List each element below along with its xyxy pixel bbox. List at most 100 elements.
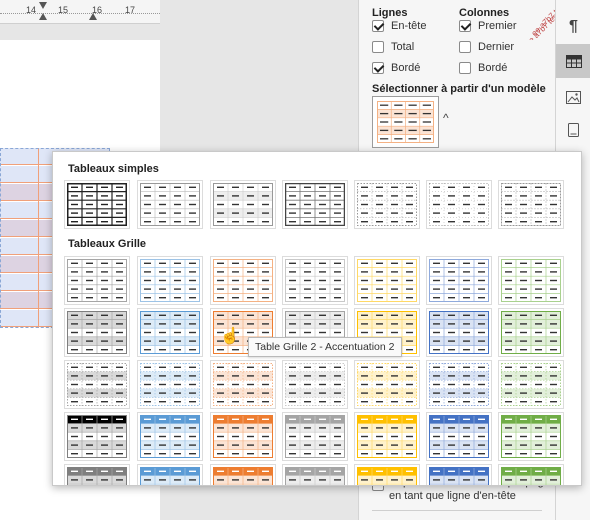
template-thumbnail (213, 183, 273, 226)
template-thumbnail (285, 259, 345, 302)
simple-table-template[interactable] (210, 180, 276, 229)
grid-table-template[interactable] (498, 360, 564, 409)
grid-table-template[interactable] (282, 360, 348, 409)
template-thumbnail (285, 467, 345, 485)
grid-table-template[interactable] (137, 464, 203, 485)
grid-table-template[interactable] (354, 412, 420, 461)
template-thumbnail (501, 259, 561, 302)
first-column-label: Premier (478, 20, 517, 32)
grid-table-template[interactable] (498, 412, 564, 461)
template-preview-button[interactable] (372, 96, 439, 148)
grid-table-template[interactable] (210, 360, 276, 409)
grid-table-template[interactable] (64, 360, 130, 409)
hand-pointer-icon: ☝ (220, 328, 240, 345)
repeat-header-label-continued: en tant que ligne d'en-tête (389, 490, 516, 502)
total-row-label: Total (391, 41, 415, 53)
template-thumbnail (67, 467, 127, 485)
template-thumbnail (140, 415, 200, 458)
template-thumbnail (285, 363, 345, 406)
left-indent-marker[interactable] (39, 13, 47, 20)
rows-heading: Lignes (372, 7, 408, 19)
watermark-text: ee a7b7 test v2 & Fe ee a7b7 test v2 & F… (524, 0, 556, 40)
template-thumbnail (213, 363, 273, 406)
grid-table-template[interactable] (426, 464, 492, 485)
grid-table-template[interactable] (64, 464, 130, 485)
grid-table-template[interactable] (354, 256, 420, 305)
template-thumbnail (357, 415, 417, 458)
first-line-indent-marker[interactable] (39, 2, 47, 9)
grid-table-template[interactable] (64, 308, 130, 357)
template-thumbnail (429, 311, 489, 354)
template-thumbnail (140, 259, 200, 302)
horizontal-ruler[interactable]: 14 15 16 17 (0, 0, 358, 24)
simple-tables-heading: Tableaux simples (68, 163, 159, 175)
template-thumbnail (67, 183, 127, 226)
paragraph-icon[interactable]: ¶ (556, 10, 590, 44)
simple-table-template[interactable] (282, 180, 348, 229)
template-thumbnail (501, 363, 561, 406)
template-thumbnail (501, 467, 561, 485)
template-thumbnail (429, 183, 489, 226)
grid-table-template[interactable] (354, 360, 420, 409)
grid-table-template[interactable] (426, 360, 492, 409)
template-thumbnail (357, 363, 417, 406)
template-thumbnail (501, 415, 561, 458)
grid-table-template[interactable] (498, 308, 564, 357)
simple-table-template[interactable] (498, 180, 564, 229)
simple-table-template[interactable] (354, 180, 420, 229)
banded-rows-label: Bordé (391, 62, 421, 74)
grid-table-template[interactable] (498, 464, 564, 485)
page-icon[interactable] (556, 113, 590, 147)
banded-rows-checkbox[interactable] (372, 62, 384, 74)
grid-table-template[interactable] (210, 464, 276, 485)
grid-table-template[interactable] (137, 256, 203, 305)
last-column-checkbox[interactable] (459, 41, 471, 53)
grid-table-template[interactable] (137, 412, 203, 461)
grid-table-template[interactable] (64, 412, 130, 461)
simple-table-template[interactable] (426, 180, 492, 229)
ruler-ticks (0, 13, 160, 14)
template-thumbnail (140, 183, 200, 226)
grid-table-template[interactable] (426, 412, 492, 461)
banded-columns-checkbox[interactable] (459, 62, 471, 74)
table-icon[interactable] (556, 44, 590, 78)
header-row-checkbox[interactable] (372, 20, 384, 32)
grid-table-template[interactable] (137, 308, 203, 357)
ruler-number: 17 (125, 5, 136, 15)
grid-tables-heading: Tableaux Grille (68, 238, 147, 250)
template-thumbnail (429, 415, 489, 458)
grid-table-template[interactable] (498, 256, 564, 305)
divider (372, 510, 542, 511)
grid-table-template[interactable] (426, 256, 492, 305)
template-thumbnail (213, 467, 273, 485)
grid-table-template[interactable] (64, 256, 130, 305)
total-row-checkbox[interactable] (372, 41, 384, 53)
grid-table-template[interactable] (282, 464, 348, 485)
simple-table-template[interactable] (64, 180, 130, 229)
header-row-label: En-tête (391, 20, 427, 32)
grid-table-template[interactable] (210, 412, 276, 461)
grid-table-template[interactable] (282, 256, 348, 305)
simple-table-template[interactable] (137, 180, 203, 229)
template-thumbnail (429, 259, 489, 302)
grid-table-template[interactable] (282, 412, 348, 461)
image-icon[interactable] (556, 80, 590, 114)
grid-table-template[interactable] (137, 360, 203, 409)
template-thumbnail (501, 311, 561, 354)
first-column-checkbox[interactable] (459, 20, 471, 32)
template-thumbnail (429, 363, 489, 406)
grid-table-template[interactable] (210, 256, 276, 305)
template-thumbnail (501, 183, 561, 226)
ruler-number: 14 (26, 5, 37, 15)
columns-heading: Colonnes (459, 7, 510, 19)
collapse-chevron-icon[interactable]: ^ (443, 112, 453, 124)
template-thumbnail (357, 259, 417, 302)
tab-stop-marker[interactable] (89, 13, 97, 20)
last-column-label: Dernier (478, 41, 515, 53)
grid-table-template[interactable] (426, 308, 492, 357)
banded-columns-label: Bordé (478, 62, 508, 74)
template-thumbnail (285, 183, 345, 226)
template-thumbnail (213, 415, 273, 458)
grid-table-template[interactable] (354, 464, 420, 485)
template-tooltip: Table Grille 2 - Accentuation 2 (248, 337, 402, 357)
